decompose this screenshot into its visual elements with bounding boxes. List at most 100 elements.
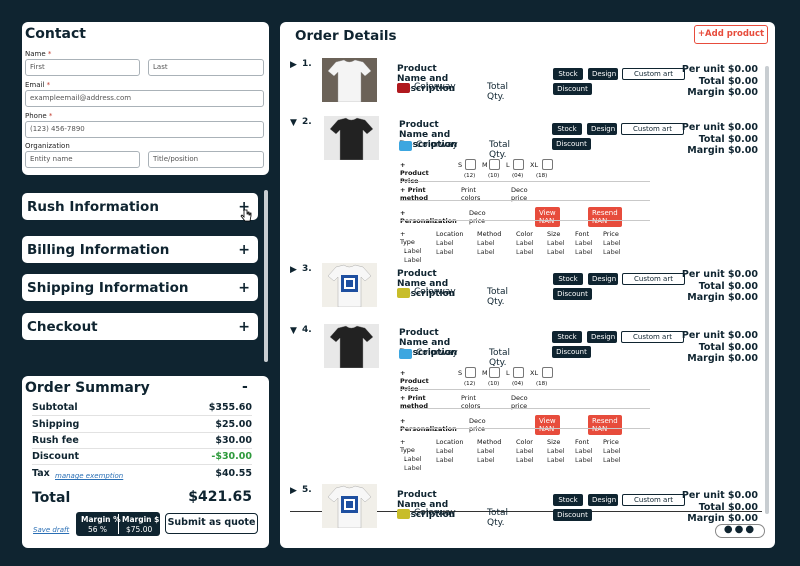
triangle-right-icon[interactable]: ▶ [290, 486, 297, 496]
divider [400, 408, 650, 409]
total-label: Total [32, 490, 71, 506]
discount-button[interactable]: Discount [553, 288, 592, 300]
design-button[interactable]: Design [588, 273, 618, 285]
billing-information-title: Billing Information [27, 241, 170, 258]
table-cell: Label [575, 239, 593, 247]
plus-icon[interactable]: + [238, 319, 250, 335]
table-header: Size [547, 230, 561, 238]
personalization-label: + Personalization [400, 417, 457, 433]
view-nan-button[interactable]: View NAN [535, 207, 560, 227]
margin-divider [118, 514, 119, 534]
discount-button[interactable]: Discount [552, 346, 591, 358]
name-label: Name * [25, 50, 52, 58]
table-cell: Label [547, 248, 565, 256]
triangle-down-icon[interactable]: ▼ [290, 118, 297, 128]
divider [400, 200, 650, 201]
more-options-button[interactable]: ●●● [715, 524, 765, 538]
add-product-button[interactable]: +Add product [694, 25, 768, 44]
table-cell: Label [603, 239, 621, 247]
collapse-icon[interactable]: - [242, 379, 248, 395]
divider [400, 220, 650, 221]
last-name-field[interactable]: Last [148, 59, 264, 76]
resend-nan-button[interactable]: Resend NAN [588, 207, 622, 227]
table-cell: Label [516, 456, 534, 464]
rush-information-title: Rush Information [27, 198, 159, 215]
price-margin: Margin $0.00 [687, 145, 758, 156]
save-draft-link[interactable]: Save draft [33, 526, 69, 534]
email-field[interactable]: exampleemail@address.com [25, 90, 264, 107]
design-button[interactable]: Design [588, 494, 618, 506]
triangle-right-icon[interactable]: ▶ [290, 265, 297, 275]
item-number: 4. [302, 325, 312, 335]
price-total: Total $0.00 [698, 501, 758, 513]
size-qty-input[interactable] [489, 159, 500, 170]
stock-button[interactable]: Stock [553, 494, 583, 506]
margin-amt-label: Margin $ [122, 515, 160, 524]
design-button[interactable]: Design [588, 68, 618, 80]
size-label: XL [530, 161, 539, 169]
summary-row-value: $25.00 [215, 419, 252, 430]
billing-information-accordion[interactable]: Billing Information + [22, 236, 258, 263]
right-scrollbar[interactable] [765, 66, 769, 514]
size-qty: (10) [488, 173, 500, 179]
size-label: L [506, 161, 510, 169]
triangle-right-icon[interactable]: ▶ [290, 60, 297, 70]
resend-nan-button[interactable]: Resend NAN [588, 415, 622, 435]
title-position-field[interactable]: Title/position [148, 151, 264, 168]
first-name-field[interactable]: First [25, 59, 140, 76]
margin-box: Margin % 56 % Margin $ $75.00 [76, 512, 160, 536]
contact-panel: Contact Name * First Last Email * exampl… [22, 22, 269, 175]
table-header: Location [436, 230, 464, 238]
table-cell: Label [436, 456, 454, 464]
stock-button[interactable]: Stock [552, 123, 582, 135]
total-qty-label: Total Qty. [489, 140, 511, 160]
summary-row-subtotal: Subtotal $355.60 [32, 402, 252, 416]
discount-button[interactable]: Discount [553, 509, 592, 521]
table-cell: Label [477, 447, 495, 455]
size-qty-input[interactable] [513, 159, 524, 170]
size-qty: (18) [536, 381, 548, 387]
entity-name-field[interactable]: Entity name [25, 151, 140, 168]
summary-row-label: Discount [32, 451, 80, 462]
size-label: M [482, 369, 488, 377]
discount-button[interactable]: Discount [552, 138, 591, 150]
size-qty-input[interactable] [465, 159, 476, 170]
discount-button[interactable]: Discount [553, 83, 592, 95]
view-nan-button[interactable]: View NAN [535, 415, 560, 435]
checkout-accordion[interactable]: Checkout + [22, 313, 258, 340]
size-qty-input[interactable] [465, 367, 476, 378]
size-qty-input[interactable] [513, 367, 524, 378]
submit-as-quote-button[interactable]: Submit as quote [165, 513, 258, 534]
table-header: Price [603, 230, 619, 238]
plus-icon[interactable]: + [238, 242, 250, 258]
size-qty-input[interactable] [489, 367, 500, 378]
size-qty-input[interactable] [542, 367, 553, 378]
plus-icon[interactable]: + [238, 280, 250, 296]
size-label: XL [530, 369, 539, 377]
table-header: Color [516, 230, 533, 238]
shipping-information-accordion[interactable]: Shipping Information + [22, 274, 258, 301]
phone-field[interactable]: (123) 456-7890 [25, 121, 264, 138]
divider [400, 389, 650, 390]
stock-button[interactable]: Stock [553, 273, 583, 285]
table-header: Font [575, 230, 590, 238]
triangle-down-icon[interactable]: ▼ [290, 326, 297, 336]
table-cell: Label [516, 248, 534, 256]
colorway-label: Colorway [416, 348, 458, 358]
order-details-title: Order Details [295, 28, 397, 44]
table-cell: Label [477, 456, 495, 464]
manage-exemption-link[interactable]: manage exemption [55, 472, 123, 480]
table-header: Font [575, 438, 590, 446]
size-qty-input[interactable] [542, 159, 553, 170]
table-cell: Label [603, 248, 621, 256]
stock-button[interactable]: Stock [553, 68, 583, 80]
stock-button[interactable]: Stock [552, 331, 582, 343]
personalization-label: + Personalization [400, 209, 457, 225]
design-button[interactable]: Design [587, 123, 617, 135]
price-total: Total $0.00 [698, 341, 758, 353]
rush-information-accordion[interactable]: Rush Information + [22, 193, 258, 220]
table-header: Price [603, 438, 619, 446]
table-cell: Label [575, 248, 593, 256]
left-scrollbar[interactable] [264, 190, 268, 362]
design-button[interactable]: Design [587, 331, 617, 343]
